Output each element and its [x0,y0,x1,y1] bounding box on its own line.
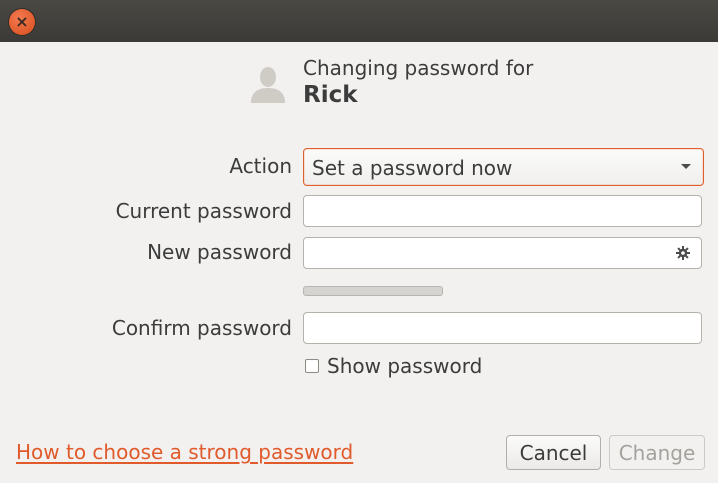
confirm-password-label: Confirm password [111,316,292,340]
strong-password-help-link[interactable]: How to choose a strong password [16,440,353,464]
change-button[interactable]: Change [609,435,705,470]
title-bar: × [0,0,718,42]
new-password-field[interactable] [303,237,702,269]
current-password-label: Current password [115,199,292,223]
gear-icon[interactable] [675,245,691,261]
new-password-label: New password [147,240,292,264]
chevron-down-icon [681,164,691,169]
user-name: Rick [303,82,358,108]
user-avatar-icon [247,62,289,104]
close-icon[interactable]: × [9,9,35,35]
current-password-field[interactable] [303,195,702,227]
cancel-button[interactable]: Cancel [506,435,601,470]
action-label: Action [229,154,292,178]
action-dropdown-value: Set a password now [312,156,513,180]
action-dropdown[interactable]: Set a password now [303,148,704,186]
header-subtitle: Changing password for [303,56,534,80]
password-strength-bar [303,286,443,296]
confirm-password-field[interactable] [303,312,702,344]
show-password-label[interactable]: Show password [327,354,482,378]
show-password-checkbox[interactable] [305,359,319,373]
